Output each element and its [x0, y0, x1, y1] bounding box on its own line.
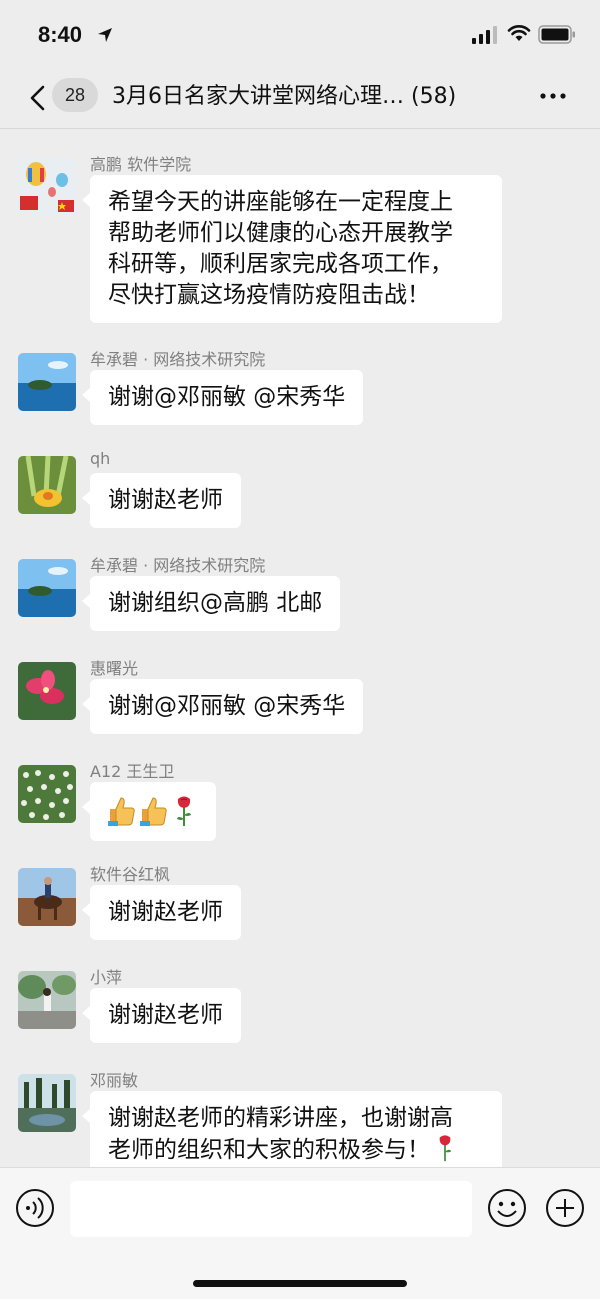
- message-line-text: 老师的组织和大家的积极参与！: [108, 1137, 430, 1163]
- avatar[interactable]: [18, 1074, 76, 1132]
- emoji-face-icon[interactable]: [487, 1188, 527, 1228]
- message-line: 希望今天的讲座能够在一定程度上: [108, 189, 453, 215]
- more-dots-icon[interactable]: [538, 86, 568, 106]
- sender-name: 邓丽敏: [90, 1071, 139, 1090]
- chevron-left-icon[interactable]: [26, 84, 50, 112]
- message-bubble[interactable]: 谢谢组织@高鹏 北邮: [81, 576, 341, 631]
- sender-name: 惠曙光: [90, 659, 139, 678]
- message-bubble[interactable]: 谢谢@邓丽敏 @宋秀华: [81, 679, 364, 734]
- sender-name: A12 王生卫: [90, 762, 175, 781]
- battery-icon: [538, 25, 575, 44]
- message-line: 谢谢@邓丽敏 @宋秀华: [108, 693, 346, 719]
- message-bubble[interactable]: [82, 782, 216, 841]
- message-line: 谢谢赵老师的精彩讲座，也谢谢高: [108, 1105, 453, 1131]
- sender-name: 小萍: [90, 968, 123, 987]
- avatar[interactable]: [18, 765, 76, 823]
- message-line: 科研等，顺利居家完成各项工作，: [108, 251, 453, 277]
- location-arrow-icon: [98, 28, 112, 42]
- avatar[interactable]: [18, 971, 76, 1029]
- message-line: 谢谢赵老师: [108, 487, 223, 513]
- sender-name: 高鹏 软件学院: [90, 155, 192, 174]
- avatar[interactable]: [18, 559, 76, 617]
- wifi-icon: [507, 25, 531, 41]
- plus-circle-icon[interactable]: [545, 1188, 585, 1228]
- rose-icon: [177, 796, 191, 826]
- message-bubble[interactable]: 谢谢赵老师的精彩讲座，也谢谢高 老师的组织和大家的积极参与！: [82, 1091, 502, 1167]
- home-indicator[interactable]: [193, 1280, 407, 1287]
- chat-input-bar: [0, 1167, 600, 1299]
- rose-icon: [439, 1135, 452, 1162]
- message-line: 谢谢组织@高鹏 北邮: [108, 590, 323, 616]
- message-bubble[interactable]: 谢谢赵老师: [82, 473, 241, 528]
- message-line: 谢谢赵老师: [108, 899, 223, 925]
- voice-icon[interactable]: [15, 1188, 55, 1228]
- sender-name: 牟承碧 · 网络技术研究院: [90, 350, 266, 369]
- sender-name: qh: [90, 449, 111, 468]
- avatar[interactable]: [18, 158, 76, 216]
- signal-icon: [472, 26, 497, 44]
- status-bar: 8:40: [0, 0, 600, 70]
- avatar[interactable]: [18, 353, 76, 411]
- sender-name: 软件谷红枫: [90, 865, 171, 884]
- message-line: 帮助老师们以健康的心态开展教学: [108, 220, 453, 246]
- message-bubble[interactable]: 希望今天的讲座能够在一定程度上 帮助老师们以健康的心态开展教学 科研等，顺利居家…: [82, 175, 502, 323]
- message-line: 老师的组织和大家的积极参与！: [108, 1134, 484, 1166]
- unread-count-badge[interactable]: 28: [52, 78, 98, 112]
- status-time: 8:40: [38, 22, 83, 47]
- message-line: 谢谢@邓丽敏 @宋秀华: [108, 384, 346, 410]
- message-input[interactable]: [70, 1181, 472, 1237]
- message-bubble[interactable]: 谢谢@邓丽敏 @宋秀华: [81, 370, 364, 425]
- message-line: 尽快打赢这场疫情防疫阻击战！: [108, 282, 430, 308]
- message-line: 谢谢赵老师: [108, 1002, 223, 1028]
- thumbs-up-icon: [140, 797, 167, 826]
- chat-nav-bar: 28 3月6日名家大讲堂网络心理… (58): [0, 70, 600, 129]
- avatar[interactable]: [18, 662, 76, 720]
- avatar[interactable]: [18, 456, 76, 514]
- message-bubble[interactable]: 谢谢赵老师: [82, 885, 241, 940]
- chat-title: 3月6日名家大讲堂网络心理… (58): [112, 84, 457, 109]
- sender-name: 牟承碧 · 网络技术研究院: [90, 556, 266, 575]
- message-list[interactable]: 高鹏 软件学院 希望今天的讲座能够在一定程度上 帮助老师们以健康的心态开展教学 …: [0, 129, 600, 1167]
- avatar[interactable]: [18, 868, 76, 926]
- thumbs-up-icon: [108, 797, 135, 826]
- message-bubble[interactable]: 谢谢赵老师: [82, 988, 241, 1043]
